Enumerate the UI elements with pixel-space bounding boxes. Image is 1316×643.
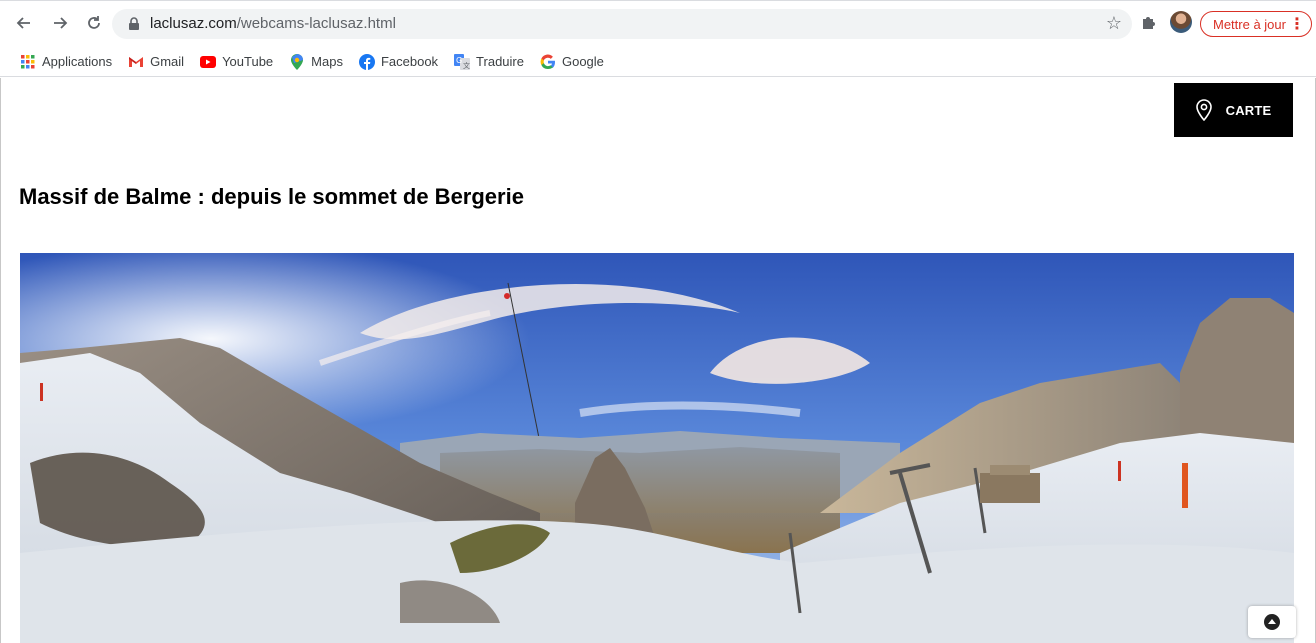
google-icon xyxy=(540,54,556,70)
page-title: Massif de Balme : depuis le sommet de Be… xyxy=(19,184,524,209)
bookmark-maps[interactable]: Maps xyxy=(289,53,343,70)
kebab-menu-icon[interactable]: ⋮ xyxy=(1289,14,1305,34)
update-button-label: Mettre à jour xyxy=(1213,16,1286,32)
arrow-right-icon xyxy=(54,17,68,29)
extensions-puzzle-icon[interactable] xyxy=(1140,14,1156,30)
forward-button[interactable] xyxy=(48,11,72,35)
profile-avatar[interactable] xyxy=(1170,11,1192,33)
map-button-label: CARTE xyxy=(1225,102,1272,118)
maps-icon xyxy=(289,53,305,70)
bookmark-google[interactable]: Google xyxy=(540,54,604,70)
back-button[interactable] xyxy=(12,11,36,35)
bookmark-label: Facebook xyxy=(380,54,439,69)
map-pin-icon xyxy=(1195,99,1212,121)
reload-button[interactable] xyxy=(82,11,106,35)
update-button[interactable]: Mettre à jour ⋮ xyxy=(1200,11,1312,37)
url-text: laclusaz.com/webcams-laclusaz.html xyxy=(150,15,396,32)
bookmarks-bar: Applications Gmail YouTube Maps Facebook… xyxy=(0,47,1316,77)
gmail-icon xyxy=(128,54,144,70)
facebook-icon xyxy=(358,53,375,70)
bookmark-label: Gmail xyxy=(150,54,185,69)
scroll-top-button[interactable] xyxy=(1248,606,1296,638)
svg-text:文: 文 xyxy=(463,61,470,70)
url-domain: laclusaz.com xyxy=(150,15,237,32)
bookmark-label: YouTube xyxy=(222,54,274,69)
bookmark-label: Maps xyxy=(311,54,343,69)
bookmark-facebook[interactable]: Facebook xyxy=(358,53,439,70)
bookmark-youtube[interactable]: YouTube xyxy=(200,54,273,70)
address-bar[interactable]: laclusaz.com/webcams-laclusaz.html ☆ xyxy=(112,9,1132,39)
page-content: CARTE Massif de Balme : depuis le sommet… xyxy=(0,78,1316,643)
bookmark-traduire[interactable]: G文 Traduire xyxy=(454,53,524,70)
youtube-icon xyxy=(200,54,217,70)
reload-icon xyxy=(88,16,100,29)
lock-icon xyxy=(129,17,139,30)
bookmark-applications[interactable]: Applications xyxy=(20,54,112,70)
svg-text:G: G xyxy=(456,56,462,65)
url-path: /webcams-laclusaz.html xyxy=(236,15,396,32)
translate-icon: G文 xyxy=(454,53,471,70)
arrow-left-icon xyxy=(16,17,30,29)
arrow-up-circle-icon xyxy=(1264,614,1280,630)
bookmark-star-icon[interactable]: ☆ xyxy=(1106,13,1122,34)
browser-toolbar: laclusaz.com/webcams-laclusaz.html ☆ Met… xyxy=(0,0,1316,47)
webcam-panorama-image[interactable] xyxy=(20,253,1294,643)
bookmark-label: Traduire xyxy=(476,54,524,69)
bookmark-label: Google xyxy=(561,54,604,69)
apps-grid-icon xyxy=(20,54,36,70)
bookmark-label: Applications xyxy=(42,54,113,69)
map-button[interactable]: CARTE xyxy=(1174,83,1293,137)
bookmark-gmail[interactable]: Gmail xyxy=(128,54,184,70)
